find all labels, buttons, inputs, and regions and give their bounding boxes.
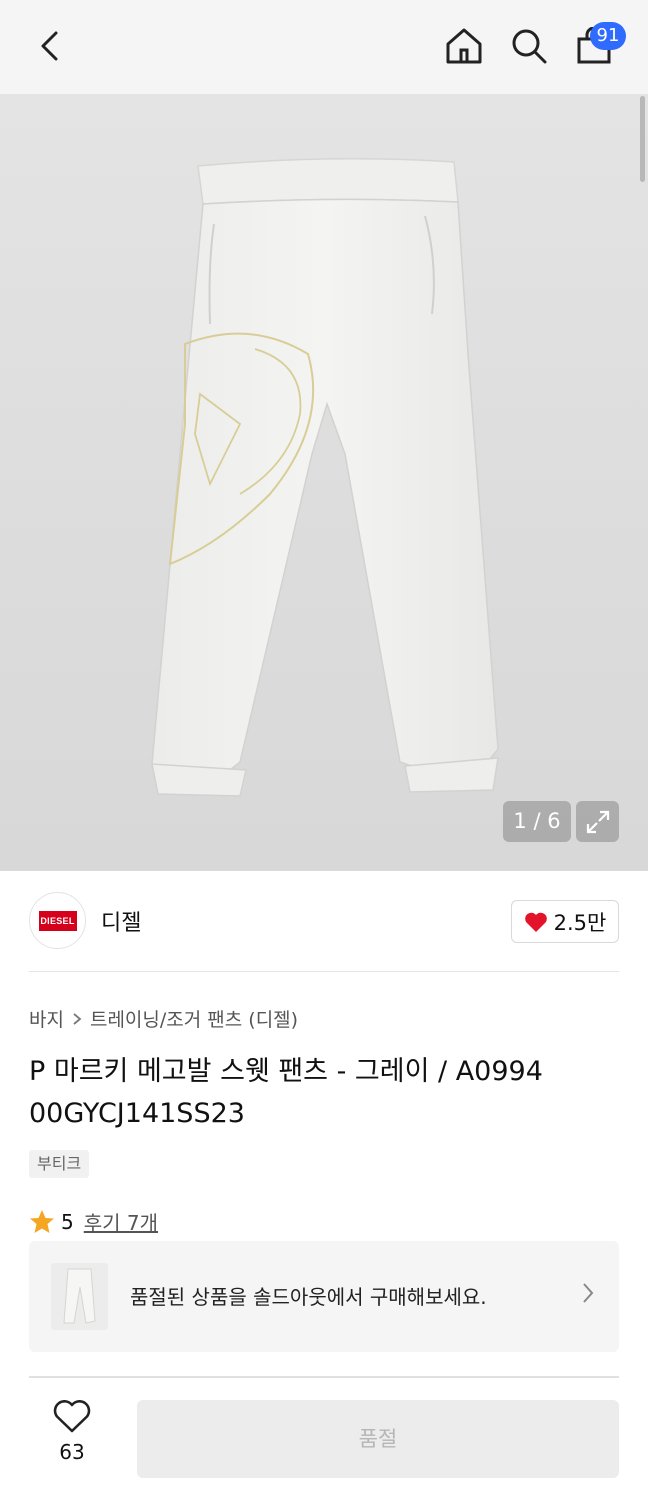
wishlist-button[interactable]: 63 [30, 1400, 114, 1474]
rating-score: 5 [61, 1209, 74, 1234]
image-counter: 1 / 6 [503, 801, 571, 842]
home-button[interactable] [440, 22, 488, 70]
brand-logo[interactable]: DIESEL [29, 892, 86, 949]
product-image [151, 158, 499, 797]
brand-name[interactable]: 디젤 [101, 905, 141, 937]
search-button[interactable] [505, 22, 553, 70]
section-divider [29, 971, 619, 972]
rating-summary: 5 후기 7개 [29, 1207, 158, 1236]
heart-filled-icon [524, 912, 547, 932]
wishlist-count: 63 [59, 1440, 85, 1464]
expand-icon [586, 810, 609, 833]
home-icon [446, 28, 482, 64]
review-link[interactable]: 후기 7개 [84, 1207, 158, 1236]
page-scrollbar[interactable] [640, 96, 645, 182]
back-button[interactable] [26, 22, 74, 70]
breadcrumb: 바지 트레이닝/조거 팬츠 (디젤) [29, 1005, 298, 1032]
top-navigation-bar: 91 [0, 0, 648, 94]
soldout-button[interactable]: 품절 [137, 1400, 619, 1478]
boutique-tag: 부티크 [29, 1150, 90, 1178]
back-icon [41, 31, 58, 61]
brand-like-button[interactable]: 2.5만 [511, 900, 619, 943]
expand-image-button[interactable] [576, 801, 619, 842]
product-title: P 마르키 메고발 스웻 팬츠 - 그레이 / A0994 00GYCJ141S… [29, 1056, 543, 1129]
chevron-right-icon [583, 1283, 594, 1303]
soldout-banner[interactable]: 품절된 상품을 솔드아웃에서 구매해보세요. [29, 1241, 619, 1352]
brand-row: DIESEL 디젤 2.5만 [0, 871, 648, 973]
soldout-banner-text: 품절된 상품을 솔드아웃에서 구매해보세요. [130, 1285, 487, 1309]
bottom-action-bar: 63 품절 [0, 1378, 648, 1500]
diesel-logo-mark: DIESEL [38, 910, 77, 931]
chevron-right-icon [73, 1012, 82, 1025]
brand-like-count: 2.5만 [553, 910, 607, 935]
soldout-thumbnail [51, 1263, 108, 1330]
product-image-gallery[interactable] [0, 94, 648, 871]
breadcrumb-category[interactable]: 바지 [29, 1005, 64, 1032]
cart-count-badge: 91 [590, 22, 626, 50]
heart-outline-icon [53, 1400, 91, 1433]
star-icon [30, 1209, 54, 1233]
search-icon [512, 29, 547, 64]
breadcrumb-subcategory[interactable]: 트레이닝/조거 팬츠 (디젤) [90, 1005, 298, 1032]
